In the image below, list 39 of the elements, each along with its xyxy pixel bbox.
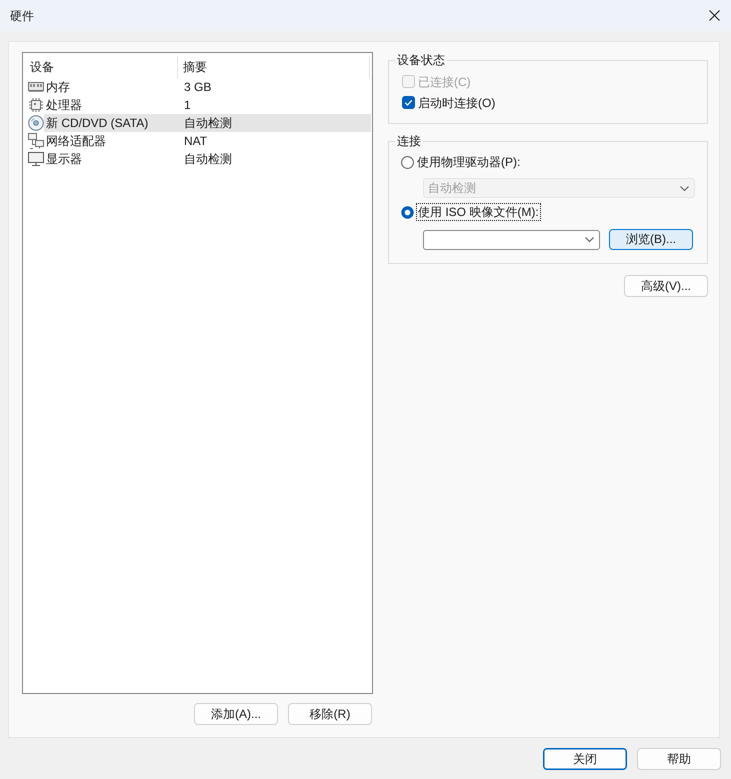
iso-file-field[interactable]	[423, 230, 600, 250]
dialog-button[interactable]: 帮助	[637, 748, 721, 770]
chevron-down-icon	[585, 237, 594, 242]
close-icon[interactable]	[709, 10, 720, 21]
browse-button[interactable]: 浏览(B)...	[609, 229, 693, 250]
device-summary: 自动检测	[184, 114, 232, 132]
device-summary: 自动检测	[184, 150, 232, 168]
device-row[interactable]: 网络适配器 NAT	[44, 132, 371, 150]
radio-button[interactable]	[401, 206, 414, 218]
group-title: 连接	[396, 133, 422, 149]
group-title: 设备状态	[396, 52, 446, 68]
device-name: 新 CD/DVD (SATA)	[45, 114, 150, 132]
advanced-button[interactable]: 高级(V)...	[624, 275, 708, 297]
chevron-down-icon	[680, 186, 689, 190]
device-summary: NAT	[184, 134, 208, 148]
radio-label[interactable]: 使用物理驱动器(P):	[417, 154, 520, 170]
device-row[interactable]: 显示器 自动检测	[44, 150, 371, 168]
checkbox-label[interactable]: 启动时连接(O)	[418, 94, 496, 110]
device-name: 显示器	[45, 150, 83, 168]
list-action-button[interactable]: 移除(R)	[288, 703, 372, 725]
radio-label[interactable]: 使用 ISO 映像文件(M):	[417, 204, 540, 220]
device-name: 内存	[45, 78, 71, 96]
device-summary: 1	[184, 98, 191, 112]
window-title: 硬件	[10, 8, 34, 24]
monitor-icon	[28, 151, 44, 167]
device-name: 网络适配器	[45, 132, 107, 150]
radio-button[interactable]	[401, 156, 414, 168]
chip-icon	[28, 97, 44, 113]
list-action-button[interactable]: 添加(A)...	[194, 703, 278, 725]
device-row[interactable]: 处理器 1	[44, 96, 371, 114]
disc-icon	[28, 115, 44, 131]
dialog-button[interactable]: 关闭	[543, 748, 627, 770]
device-summary: 3 GB	[184, 80, 212, 94]
device-row[interactable]: 内存 3 GB	[44, 78, 371, 96]
checkbox[interactable]	[402, 96, 415, 109]
device-row[interactable]: 新 CD/DVD (SATA) 自动检测	[44, 114, 371, 132]
memory-icon	[28, 79, 44, 95]
device-name: 处理器	[45, 96, 83, 114]
network-icon	[28, 133, 44, 149]
